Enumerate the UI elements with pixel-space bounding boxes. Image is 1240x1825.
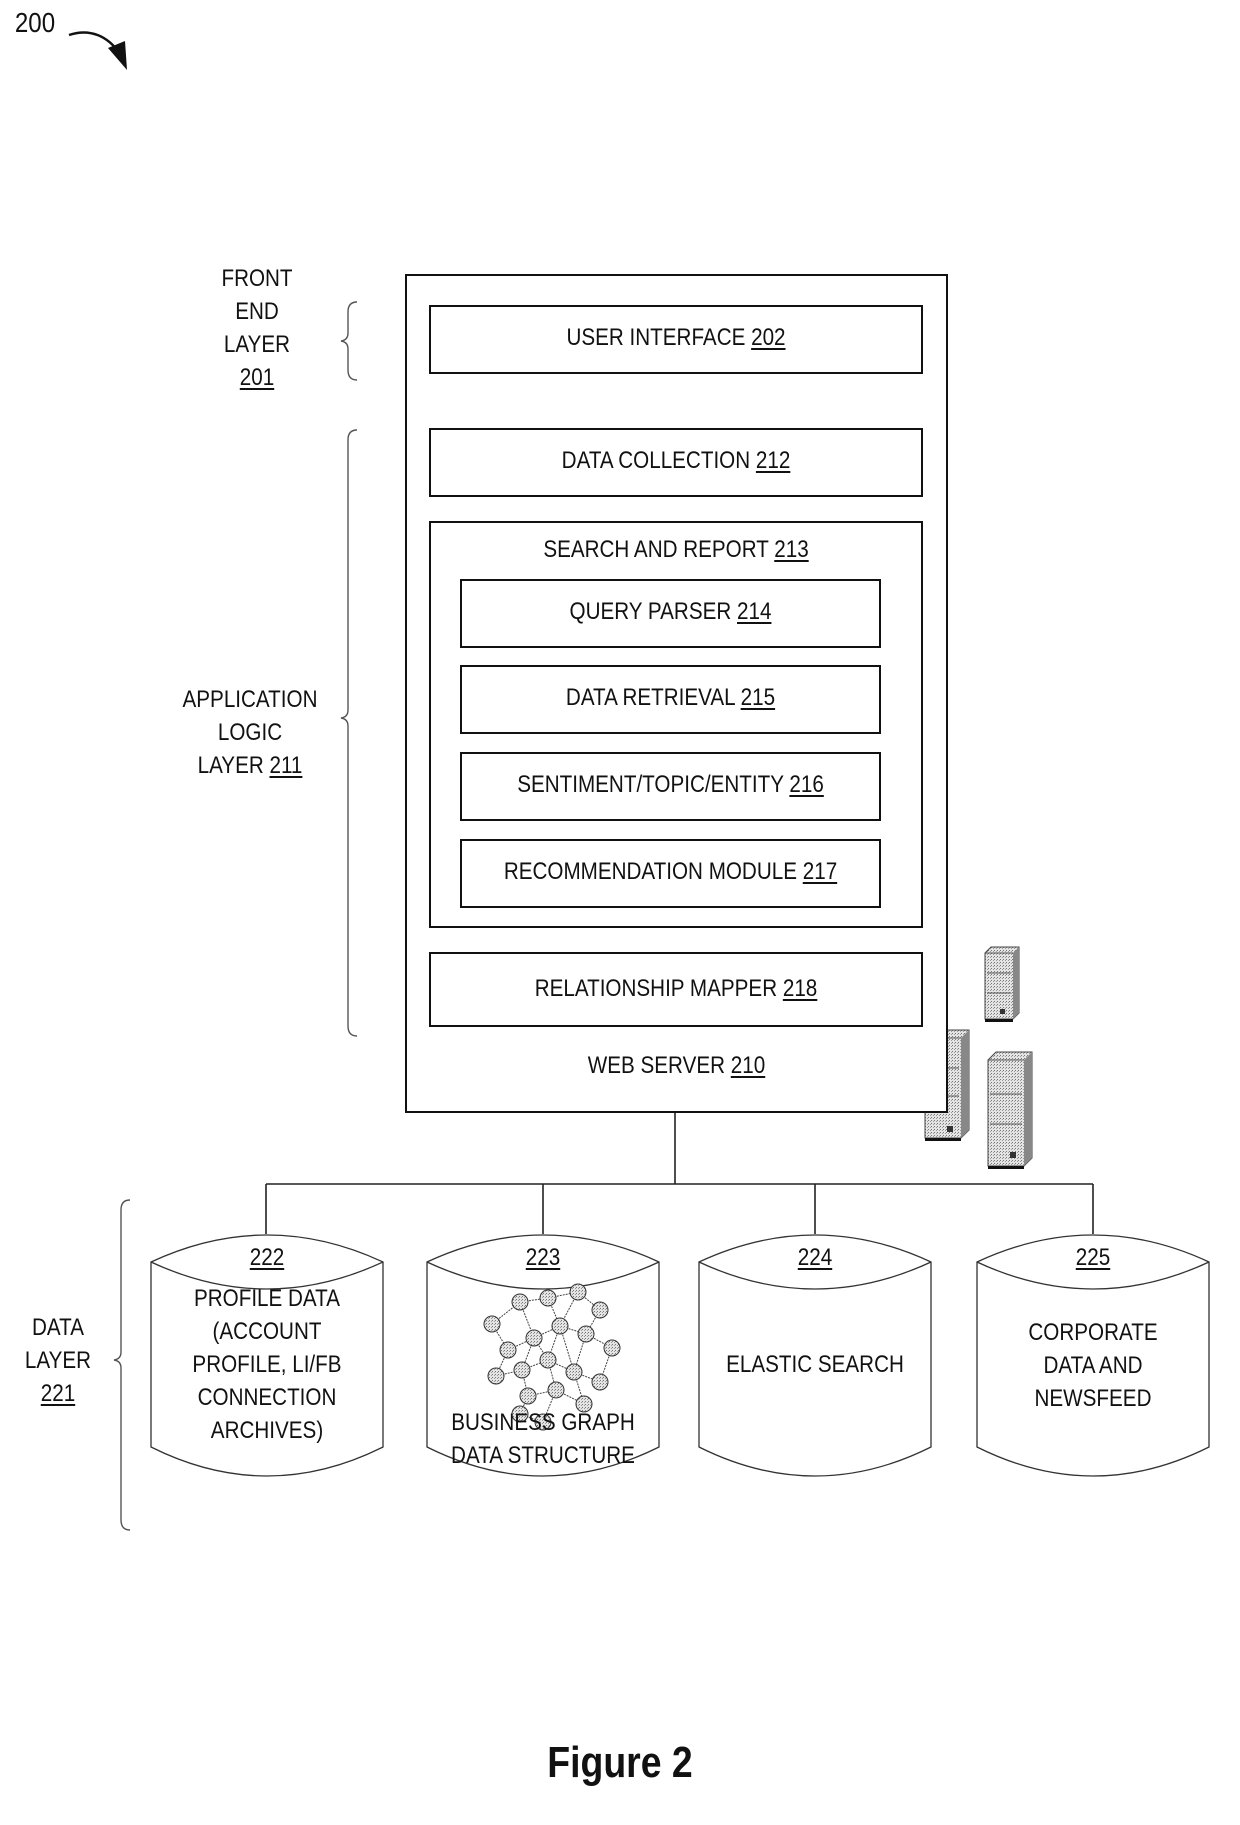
module-label: SEARCH AND REPORT — [543, 536, 769, 563]
recommendation-module: RECOMMENDATION MODULE 217 — [460, 839, 881, 908]
module-label: DATA COLLECTION — [561, 447, 751, 474]
label-line: LAYER — [223, 331, 291, 358]
database-ref: 224 — [797, 1244, 833, 1271]
front-end-layer-label: FRONT END LAYER 201 — [205, 262, 308, 394]
module-ref: 217 — [802, 858, 838, 885]
module-ref: 218 — [782, 975, 818, 1002]
module-label: QUERY PARSER — [569, 598, 732, 625]
database-label-line: PROFILE, LI/FB — [192, 1351, 342, 1378]
application-logic-layer-label: APPLICATION LOGIC LAYER 211 — [173, 683, 328, 782]
module-ref: 216 — [789, 771, 824, 798]
module-label: RECOMMENDATION MODULE — [503, 858, 798, 885]
module-title: SEARCH AND REPORT 213 — [465, 536, 886, 564]
database-label-line: DATA AND — [1043, 1352, 1143, 1379]
module-ref: 202 — [751, 324, 786, 351]
figure-caption: Figure 2 — [547, 1738, 693, 1787]
database-label-line: (ACCOUNT — [212, 1318, 322, 1345]
data-collection-module: DATA COLLECTION 212 — [429, 428, 923, 497]
database-label-line: PROFILE DATA — [193, 1285, 341, 1312]
label-line: DATA — [31, 1314, 84, 1341]
server-tower-small — [984, 946, 1020, 1022]
database-business-graph: 223 BUSINESS GRAPH DATA STRUCTURE — [443, 1241, 643, 1472]
data-layer-label: DATA LAYER 221 — [24, 1311, 93, 1410]
database-corporate-data: 225 CORPORATE DATA AND NEWSFEED — [993, 1241, 1193, 1415]
database-label-line: ELASTIC SEARCH — [726, 1351, 904, 1378]
module-ref: 214 — [737, 598, 772, 625]
module-title: RELATIONSHIP MAPPER 218 — [465, 975, 886, 1003]
module-title: QUERY PARSER 214 — [491, 598, 850, 626]
label-line: FRONT — [221, 265, 293, 292]
database-ref: 222 — [249, 1244, 285, 1271]
module-ref: 213 — [774, 536, 809, 563]
figure-reference-number: 200 — [14, 7, 56, 38]
database-label-line: NEWSFEED — [1034, 1385, 1152, 1412]
database-elastic-search: 224 ELASTIC SEARCH — [715, 1241, 915, 1381]
label-line: LOGIC — [217, 719, 283, 746]
sentiment-topic-entity-module: SENTIMENT/TOPIC/ENTITY 216 — [460, 752, 881, 821]
database-ref: 223 — [525, 1244, 561, 1271]
database-profile-data: 222 PROFILE DATA (ACCOUNT PROFILE, LI/FB… — [167, 1241, 367, 1447]
database-label-line: CONNECTION — [197, 1384, 337, 1411]
module-label: RELATIONSHIP MAPPER — [534, 975, 778, 1002]
module-ref: 212 — [755, 447, 791, 474]
database-label-line: DATA STRUCTURE — [451, 1442, 635, 1469]
front-end-brace — [340, 301, 358, 381]
label-line: END — [235, 298, 279, 325]
module-title: DATA COLLECTION 212 — [465, 447, 886, 475]
layer-ref: 211 — [269, 752, 303, 779]
module-title: SENTIMENT/TOPIC/ENTITY 216 — [491, 771, 850, 799]
module-title: RECOMMENDATION MODULE 217 — [491, 858, 850, 886]
module-ref: 215 — [740, 684, 776, 711]
data-layer-brace — [113, 1199, 131, 1531]
layer-ref: 201 — [239, 364, 275, 391]
layer-ref: 221 — [40, 1380, 76, 1407]
module-label: SENTIMENT/TOPIC/ENTITY — [517, 771, 784, 798]
arrowhead-icon — [108, 41, 127, 70]
user-interface-module: USER INTERFACE 202 — [429, 305, 923, 374]
label-line: LAYER — [197, 752, 264, 779]
module-label: DATA RETRIEVAL — [565, 684, 735, 711]
label-line: APPLICATION — [182, 686, 318, 713]
database-label-line: CORPORATE — [1028, 1319, 1158, 1346]
database-label-line: ARCHIVES) — [210, 1417, 324, 1444]
query-parser-module: QUERY PARSER 214 — [460, 579, 881, 648]
module-label: USER INTERFACE — [566, 324, 746, 351]
web-server-ref: 210 — [730, 1052, 766, 1079]
database-label-line: BUSINESS GRAPH — [451, 1409, 635, 1436]
server-tower-large — [987, 1051, 1033, 1169]
module-title: DATA RETRIEVAL 215 — [491, 684, 850, 712]
web-server-name: WEB SERVER — [587, 1052, 726, 1079]
relationship-mapper-module: RELATIONSHIP MAPPER 218 — [429, 952, 923, 1027]
database-ref: 225 — [1075, 1244, 1111, 1271]
application-logic-brace — [340, 429, 358, 1037]
web-server-label: WEB SERVER 210 — [443, 1052, 910, 1080]
module-title: USER INTERFACE 202 — [465, 324, 886, 352]
label-line: LAYER — [24, 1347, 92, 1374]
data-retrieval-module: DATA RETRIEVAL 215 — [460, 665, 881, 734]
